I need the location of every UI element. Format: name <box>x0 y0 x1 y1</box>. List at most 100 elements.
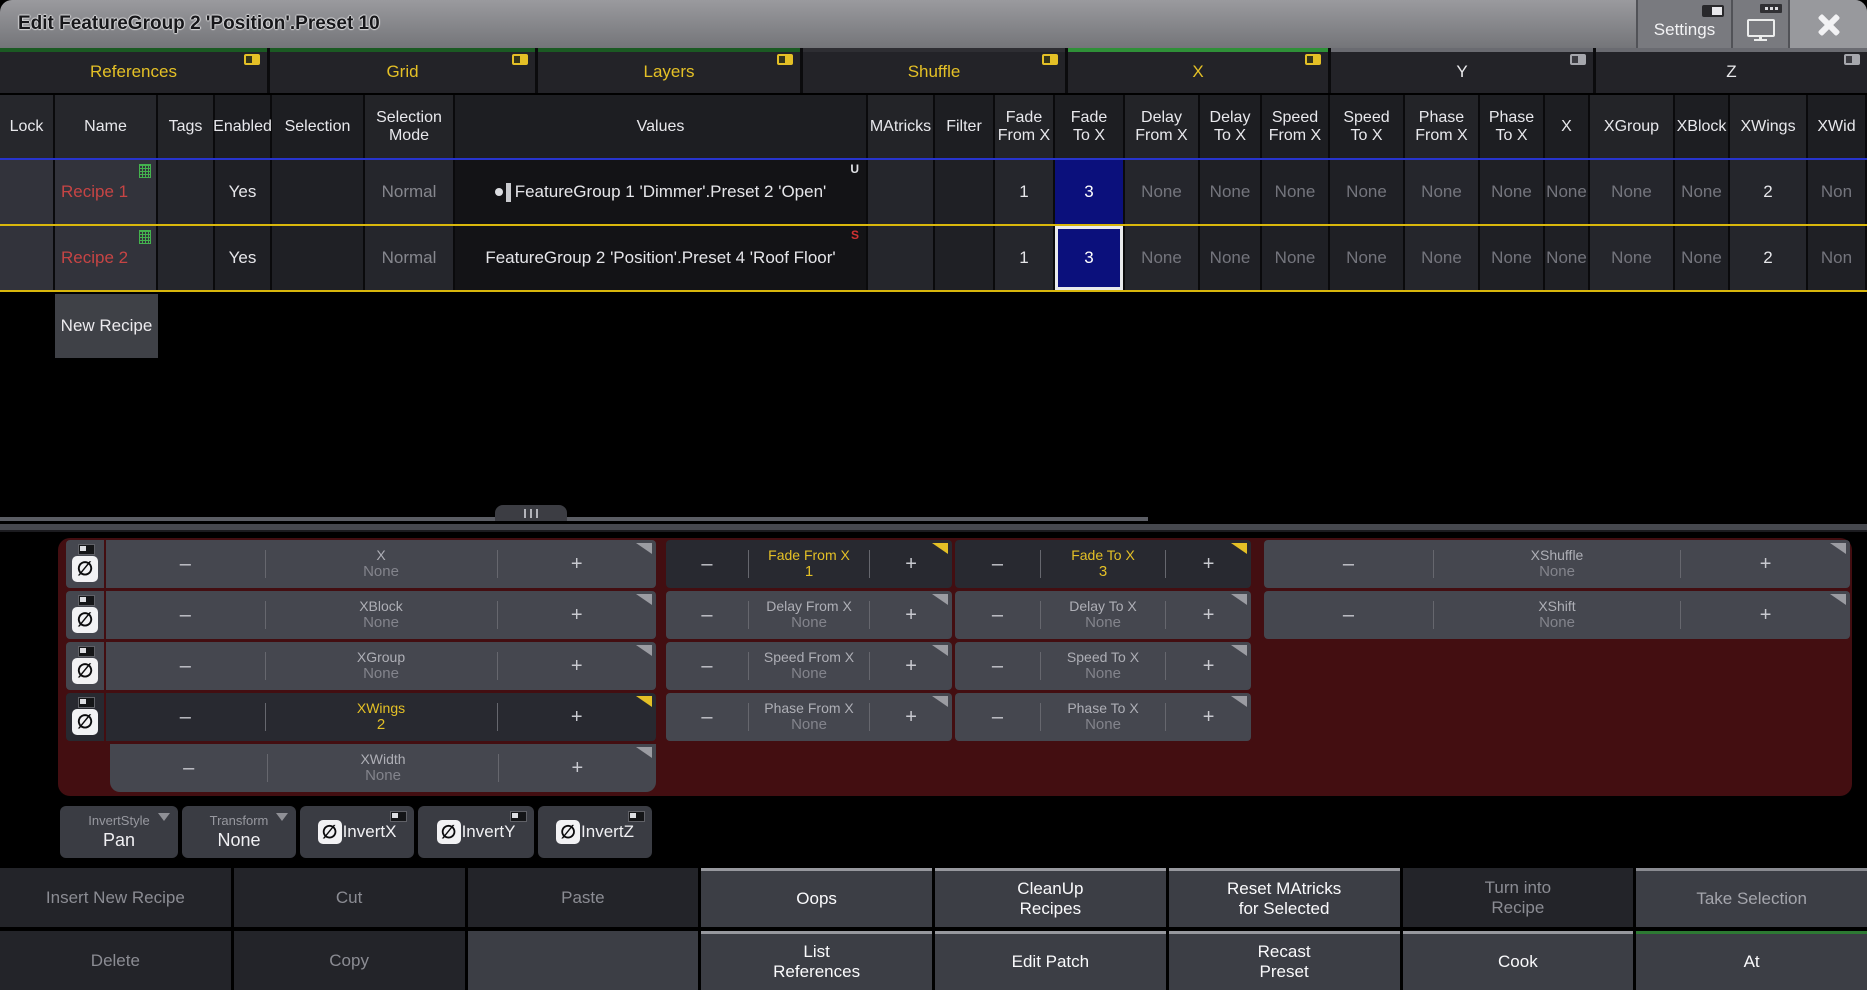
invert-toggle-button[interactable]: ∅ <box>72 658 98 684</box>
cell-values[interactable]: FeatureGroup 2 'Position'.Preset 4 'Roof… <box>455 226 868 290</box>
stepper-value-field[interactable]: XNone <box>266 547 497 582</box>
new-recipe-button[interactable]: New Recipe <box>55 294 158 358</box>
increment-button[interactable]: + <box>870 553 952 576</box>
cut-button[interactable]: Cut <box>234 868 465 927</box>
tab-x[interactable]: X <box>1068 48 1331 93</box>
cell-fade-from-x[interactable]: 1 <box>995 160 1055 224</box>
cell-xwid[interactable]: Non <box>1808 226 1867 290</box>
stepper-value-field[interactable]: Phase From XNone <box>749 700 869 735</box>
inverty-button[interactable]: ∅InvertY <box>418 806 534 858</box>
recast-preset-button[interactable]: Recast Preset <box>1169 931 1400 990</box>
decrement-button[interactable]: – <box>955 553 1040 576</box>
column-header-phase-to-x[interactable]: Phase To X <box>1480 95 1545 158</box>
column-header-matricks[interactable]: MAtricks <box>868 95 935 158</box>
cell-selection[interactable] <box>272 160 365 224</box>
cell-x[interactable]: None <box>1545 160 1590 224</box>
increment-button[interactable]: + <box>1681 553 1850 576</box>
tab-y[interactable]: Y <box>1331 48 1596 93</box>
increment-button[interactable]: + <box>499 757 656 780</box>
cell-matricks[interactable] <box>868 160 935 224</box>
decrement-button[interactable]: – <box>1264 604 1433 627</box>
cell-enabled[interactable]: Yes <box>215 226 272 290</box>
cell-delay-from-x[interactable]: None <box>1125 160 1200 224</box>
column-header-x[interactable]: X <box>1545 95 1590 158</box>
increment-button[interactable]: + <box>870 655 952 678</box>
increment-button[interactable]: + <box>870 706 952 729</box>
splitter-handle[interactable] <box>495 505 567 521</box>
column-header-xwid[interactable]: XWid <box>1808 95 1867 158</box>
cell-xwid[interactable]: Non <box>1808 160 1867 224</box>
increment-button[interactable]: + <box>498 553 657 576</box>
cell-values[interactable]: FeatureGroup 1 'Dimmer'.Preset 2 'Open'U <box>455 160 868 224</box>
cell-xblock[interactable]: None <box>1675 160 1730 224</box>
cell-delay-to-x[interactable]: None <box>1200 160 1262 224</box>
cell-matricks[interactable] <box>868 226 935 290</box>
cell-speed-from-x[interactable]: None <box>1262 226 1330 290</box>
cell-xgroup[interactable]: None <box>1590 160 1675 224</box>
column-header-filter[interactable]: Filter <box>935 95 995 158</box>
close-button[interactable] <box>1788 0 1867 48</box>
decrement-button[interactable]: – <box>666 553 748 576</box>
increment-button[interactable]: + <box>498 655 657 678</box>
invert-toggle-button[interactable]: ∅ <box>72 607 98 633</box>
invert-toggle-button[interactable]: ∅ <box>72 556 98 582</box>
column-header-fade-to-x[interactable]: Fade To X <box>1055 95 1125 158</box>
decrement-button[interactable]: – <box>110 757 267 780</box>
take-selection-button[interactable]: Take Selection <box>1636 868 1867 927</box>
cell-speed-to-x[interactable]: None <box>1330 160 1405 224</box>
horizontal-scrollbar-thumb[interactable] <box>0 517 1148 521</box>
column-header-enabled[interactable]: Enabled <box>215 95 272 158</box>
stepper-value-field[interactable]: Delay From XNone <box>749 598 869 633</box>
column-header-name[interactable]: Name <box>55 95 158 158</box>
cell-selection[interactable] <box>272 226 365 290</box>
cook-button[interactable]: Cook <box>1403 931 1634 990</box>
column-header-xblock[interactable]: XBlock <box>1675 95 1730 158</box>
insert-new-recipe-button[interactable]: Insert New Recipe <box>0 868 231 927</box>
decrement-button[interactable]: – <box>106 553 265 576</box>
increment-button[interactable]: + <box>498 604 657 627</box>
turn-into-recipe-button[interactable]: Turn into Recipe <box>1403 868 1634 927</box>
stepper-value-field[interactable]: XShiftNone <box>1434 598 1680 633</box>
decrement-button[interactable]: – <box>106 604 265 627</box>
cell-xgroup[interactable]: None <box>1590 226 1675 290</box>
decrement-button[interactable]: – <box>1264 553 1433 576</box>
cell-tags[interactable] <box>158 160 215 224</box>
column-header-xgroup[interactable]: XGroup <box>1590 95 1675 158</box>
cell-name[interactable]: Recipe 2 <box>55 226 158 290</box>
decrement-button[interactable]: – <box>955 604 1040 627</box>
decrement-button[interactable]: – <box>666 655 748 678</box>
monitor-button[interactable] <box>1731 0 1788 48</box>
decrement-button[interactable]: – <box>106 655 265 678</box>
stepper-value-field[interactable]: Speed From XNone <box>749 649 869 684</box>
increment-button[interactable]: + <box>1681 604 1850 627</box>
increment-button[interactable]: + <box>1166 706 1251 729</box>
cell-selection-mode[interactable]: Normal <box>365 160 455 224</box>
cleanup-recipes-button[interactable]: CleanUp Recipes <box>935 868 1166 927</box>
stepper-value-field[interactable]: Speed To XNone <box>1041 649 1165 684</box>
column-header-selection[interactable]: Selection <box>272 95 365 158</box>
column-header-values[interactable]: Values <box>455 95 868 158</box>
cell-xwings[interactable]: 2 <box>1730 226 1808 290</box>
column-header-speed-from-x[interactable]: Speed From X <box>1262 95 1330 158</box>
cell-fade-to-x[interactable]: 3 <box>1055 226 1125 290</box>
column-header-selection-mode[interactable]: Selection Mode <box>365 95 455 158</box>
cell-tags[interactable] <box>158 226 215 290</box>
decrement-button[interactable]: – <box>955 706 1040 729</box>
increment-button[interactable]: + <box>1166 655 1251 678</box>
column-header-delay-to-x[interactable]: Delay To X <box>1200 95 1262 158</box>
stepper-value-field[interactable]: XWings2 <box>266 700 497 735</box>
transform-dropdown[interactable]: TransformNone <box>182 806 296 858</box>
invert-toggle-button[interactable]: ∅ <box>72 709 98 735</box>
edit-patch-button[interactable]: Edit Patch <box>935 931 1166 990</box>
tab-shuffle[interactable]: Shuffle <box>803 48 1068 93</box>
stepper-value-field[interactable]: Fade To X3 <box>1041 547 1165 582</box>
column-header-delay-from-x[interactable]: Delay From X <box>1125 95 1200 158</box>
cell-phase-from-x[interactable]: None <box>1405 160 1480 224</box>
settings-button[interactable]: Settings <box>1636 0 1731 48</box>
cell-filter[interactable] <box>935 160 995 224</box>
cell-delay-from-x[interactable]: None <box>1125 226 1200 290</box>
column-header-fade-from-x[interactable]: Fade From X <box>995 95 1055 158</box>
column-header-speed-to-x[interactable]: Speed To X <box>1330 95 1405 158</box>
cell-phase-from-x[interactable]: None <box>1405 226 1480 290</box>
reset-matricks-for-selected-button[interactable]: Reset MAtricks for Selected <box>1169 868 1400 927</box>
